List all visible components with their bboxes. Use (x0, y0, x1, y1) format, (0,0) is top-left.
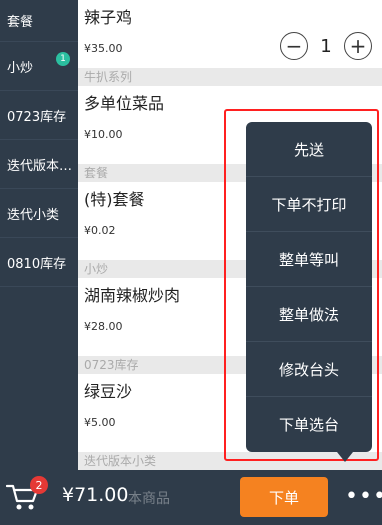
sidebar-item-iteration-subclass[interactable]: 迭代小类 (0, 189, 78, 238)
dish-name: 辣子鸡 (84, 8, 133, 27)
section-header: 牛扒系列 (78, 68, 382, 86)
place-order-button[interactable]: 下单 (240, 477, 328, 517)
menu-item-hold-all[interactable]: 整单等叫 (246, 232, 372, 287)
menu-item-edit-header[interactable]: 修改台头 (246, 342, 372, 397)
plus-button[interactable]: + (344, 32, 372, 60)
faded-text: 本商品 (128, 491, 170, 507)
more-options-button[interactable]: ••• (345, 484, 382, 509)
menu-item-whole-order-method[interactable]: 整单做法 (246, 287, 372, 342)
sidebar-item-label: 0810库存 (7, 256, 67, 272)
category-sidebar: 套餐 小炒 1 0723库存 迭代版本… 迭代小类 0810库存 (0, 0, 78, 525)
sidebar-item-iteration-version[interactable]: 迭代版本… (0, 140, 78, 189)
menu-item-order-no-print[interactable]: 下单不打印 (246, 177, 372, 232)
menu-pointer (337, 452, 353, 462)
sidebar-item-0810-stock[interactable]: 0810库存 (0, 238, 78, 287)
quantity-stepper: − 1 + (280, 32, 372, 60)
sidebar-item-label: 0723库存 (7, 109, 67, 125)
order-total: ¥71.00 (62, 484, 129, 506)
cart-button[interactable]: 2 (5, 476, 48, 512)
minus-button[interactable]: − (280, 32, 308, 60)
sidebar-item-label: 小炒 (7, 60, 34, 76)
bottom-bar: 2 ¥71.00 本商品 下单 ••• (0, 470, 382, 525)
sidebar-item-label: 套餐 (7, 15, 34, 30)
more-actions-menu: 先送 下单不打印 整单等叫 整单做法 修改台头 下单选台 (246, 122, 372, 452)
sidebar-item-set-meal[interactable]: 套餐 (0, 0, 78, 42)
quantity-value: 1 (320, 35, 332, 57)
menu-item-order-select-table[interactable]: 下单选台 (246, 397, 372, 452)
menu-item-send-first[interactable]: 先送 (246, 122, 372, 177)
count-badge: 1 (56, 52, 70, 66)
sidebar-item-label: 迭代小类 (7, 207, 60, 223)
dish-item[interactable]: 辣子鸡 ¥35.00 − 1 + (78, 0, 382, 68)
cart-count-badge: 2 (30, 476, 48, 494)
sidebar-item-stir-fry[interactable]: 小炒 1 (0, 42, 78, 91)
sidebar-item-0723-stock[interactable]: 0723库存 (0, 91, 78, 140)
sidebar-item-label: 迭代版本… (7, 158, 73, 174)
